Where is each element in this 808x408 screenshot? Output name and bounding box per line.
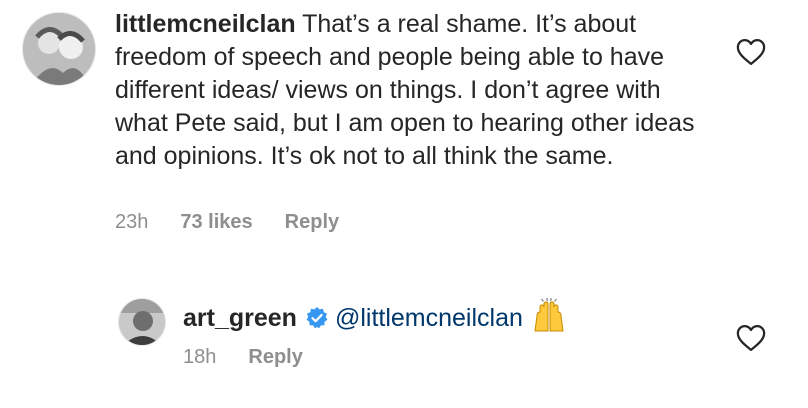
reply-comment: art_green @littlemcneilclan 18h Reply bbox=[0, 280, 808, 408]
raising-hands-emoji bbox=[534, 298, 564, 332]
verified-badge-icon bbox=[306, 307, 328, 329]
avatar[interactable] bbox=[118, 298, 166, 346]
comment-time: 23h bbox=[115, 211, 149, 233]
reply-button[interactable]: Reply bbox=[248, 346, 302, 369]
heart-outline-icon[interactable] bbox=[736, 324, 766, 352]
reply-meta: 18h Reply bbox=[183, 346, 303, 369]
comment-text-block: littlemcneilclan That’s a real shame. It… bbox=[115, 8, 705, 173]
comment-meta: 23h 73 likes Reply bbox=[115, 211, 339, 234]
avatar-photo bbox=[119, 299, 165, 345]
reply-button[interactable]: Reply bbox=[285, 211, 339, 234]
reply-username[interactable]: art_green bbox=[183, 304, 297, 332]
avatar-photo bbox=[23, 13, 95, 85]
comment-username[interactable]: littlemcneilclan bbox=[115, 10, 296, 38]
reply-time: 18h bbox=[183, 346, 217, 368]
comment-likes[interactable]: 73 likes bbox=[180, 211, 252, 234]
reply-text-block: art_green @littlemcneilclan bbox=[183, 298, 723, 335]
heart-outline-icon[interactable] bbox=[736, 38, 766, 66]
avatar[interactable] bbox=[22, 12, 96, 86]
comment: littlemcneilclan That’s a real shame. It… bbox=[0, 0, 808, 250]
mention-link[interactable]: @littlemcneilclan bbox=[335, 304, 523, 332]
